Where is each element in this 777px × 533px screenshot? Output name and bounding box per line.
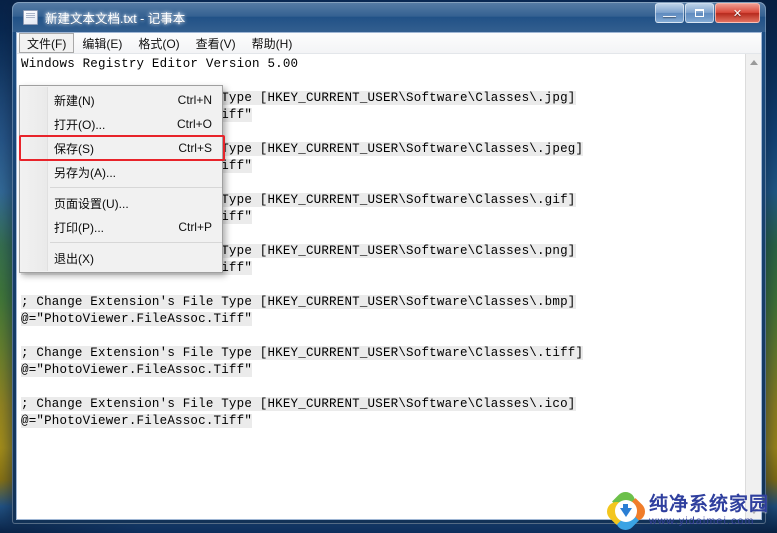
notepad-window: 新建文本文档.txt - 记事本 — ✕ 文件(F) 编辑(E) 格式(O) 查… [12,2,766,524]
notepad-icon [23,9,38,25]
minimize-icon: — [663,8,676,23]
scroll-up-icon[interactable] [746,54,761,70]
menubar-item-edit[interactable]: 编辑(E) [74,33,130,53]
text-line: ; Change Extension's File Type [HKEY_CUR… [21,294,745,311]
text-line: @="PhotoViewer.FileAssoc.Tiff" [21,362,745,379]
file-menu-item-shortcut: Ctrl+O [176,117,212,131]
file-menu-item-5[interactable]: 打印(P)... Ctrl+P [20,215,222,239]
file-menu-item-label: 打开(O)... [54,117,106,132]
menubar: 文件(F) 编辑(E) 格式(O) 查看(V) 帮助(H) [17,33,761,54]
file-menu-item-label: 打印(P)... [54,220,104,235]
scroll-down-icon[interactable] [746,503,761,519]
menubar-item-format-label: 格式(O) [138,36,180,51]
file-menu-item-2[interactable]: 保存(S) Ctrl+S [20,136,222,160]
text-line: ; Change Extension's File Type [HKEY_CUR… [21,345,745,362]
window-title: 新建文本文档.txt - 记事本 [45,11,186,26]
scrollbar-track[interactable] [746,70,761,503]
menubar-item-view[interactable]: 查看(V) [188,33,244,53]
text-line: @="PhotoViewer.FileAssoc.Tiff" [21,311,745,328]
text-line-content: @="PhotoViewer.FileAssoc.Tiff" [21,363,253,377]
menubar-item-file-label: 文件(F) [27,36,67,51]
file-menu-item-shortcut: Ctrl+N [177,93,212,107]
file-menu-item-6[interactable]: 退出(X) [20,246,222,270]
text-blank-line [21,328,745,345]
text-line-content: Windows Registry Editor Version 5.00 [21,57,299,71]
file-menu-item-shortcut: Ctrl+P [178,220,212,234]
file-menu-item-1[interactable]: 打开(O)... Ctrl+O [20,112,222,136]
window-client-area: 文件(F) 编辑(E) 格式(O) 查看(V) 帮助(H) Windows Re… [16,32,762,520]
maximize-button[interactable] [685,3,714,23]
menubar-item-edit-label: 编辑(E) [82,36,123,51]
titlebar[interactable]: 新建文本文档.txt - 记事本 — ✕ [12,2,766,32]
menubar-item-view-label: 查看(V) [195,36,236,51]
close-icon: ✕ [732,7,743,20]
file-menu-item-label: 新建(N) [54,93,95,108]
vertical-scrollbar[interactable] [745,54,761,519]
maximize-icon [686,4,713,22]
text-blank-line [21,277,745,294]
menubar-item-help[interactable]: 帮助(H) [244,33,301,53]
minimize-button[interactable]: — [655,3,684,23]
text-line-content: @="PhotoViewer.FileAssoc.Tiff" [21,312,253,326]
file-menu-item-0[interactable]: 新建(N) Ctrl+N [20,88,222,112]
window-controls: — ✕ [654,3,760,23]
file-menu-item-label: 页面设置(U)... [54,196,129,211]
text-line-content: ; Change Extension's File Type [HKEY_CUR… [21,295,576,309]
file-dropdown-menu: 新建(N) Ctrl+N 打开(O)... Ctrl+O 保存(S) Ctrl+S 另存为(… [19,85,225,273]
file-menu-item-label: 另存为(A)... [54,165,116,180]
file-menu-item-label: 保存(S) [54,141,94,156]
text-line: @="PhotoViewer.FileAssoc.Tiff" [21,413,745,430]
text-line-content: ; Change Extension's File Type [HKEY_CUR… [21,346,584,360]
text-line: Windows Registry Editor Version 5.00 [21,56,745,73]
file-menu-item-label: 退出(X) [54,251,94,266]
text-line-content: @="PhotoViewer.FileAssoc.Tiff" [21,414,253,428]
menubar-item-file[interactable]: 文件(F) [19,33,75,53]
file-menu-item-4[interactable]: 页面设置(U)... [20,191,222,215]
text-blank-line [21,379,745,396]
menubar-item-format[interactable]: 格式(O) [130,33,187,53]
close-button[interactable]: ✕ [715,3,760,23]
text-line-content: ; Change Extension's File Type [HKEY_CUR… [21,397,576,411]
file-menu-item-shortcut: Ctrl+S [178,141,212,155]
text-line: ; Change Extension's File Type [HKEY_CUR… [21,396,745,413]
file-menu-separator [50,187,222,188]
menubar-item-help-label: 帮助(H) [251,36,293,51]
file-menu-separator [50,242,222,243]
file-menu-item-3[interactable]: 另存为(A)... [20,160,222,184]
desktop-background: 新建文本文档.txt - 记事本 — ✕ 文件(F) 编辑(E) 格式(O) 查… [0,0,777,533]
